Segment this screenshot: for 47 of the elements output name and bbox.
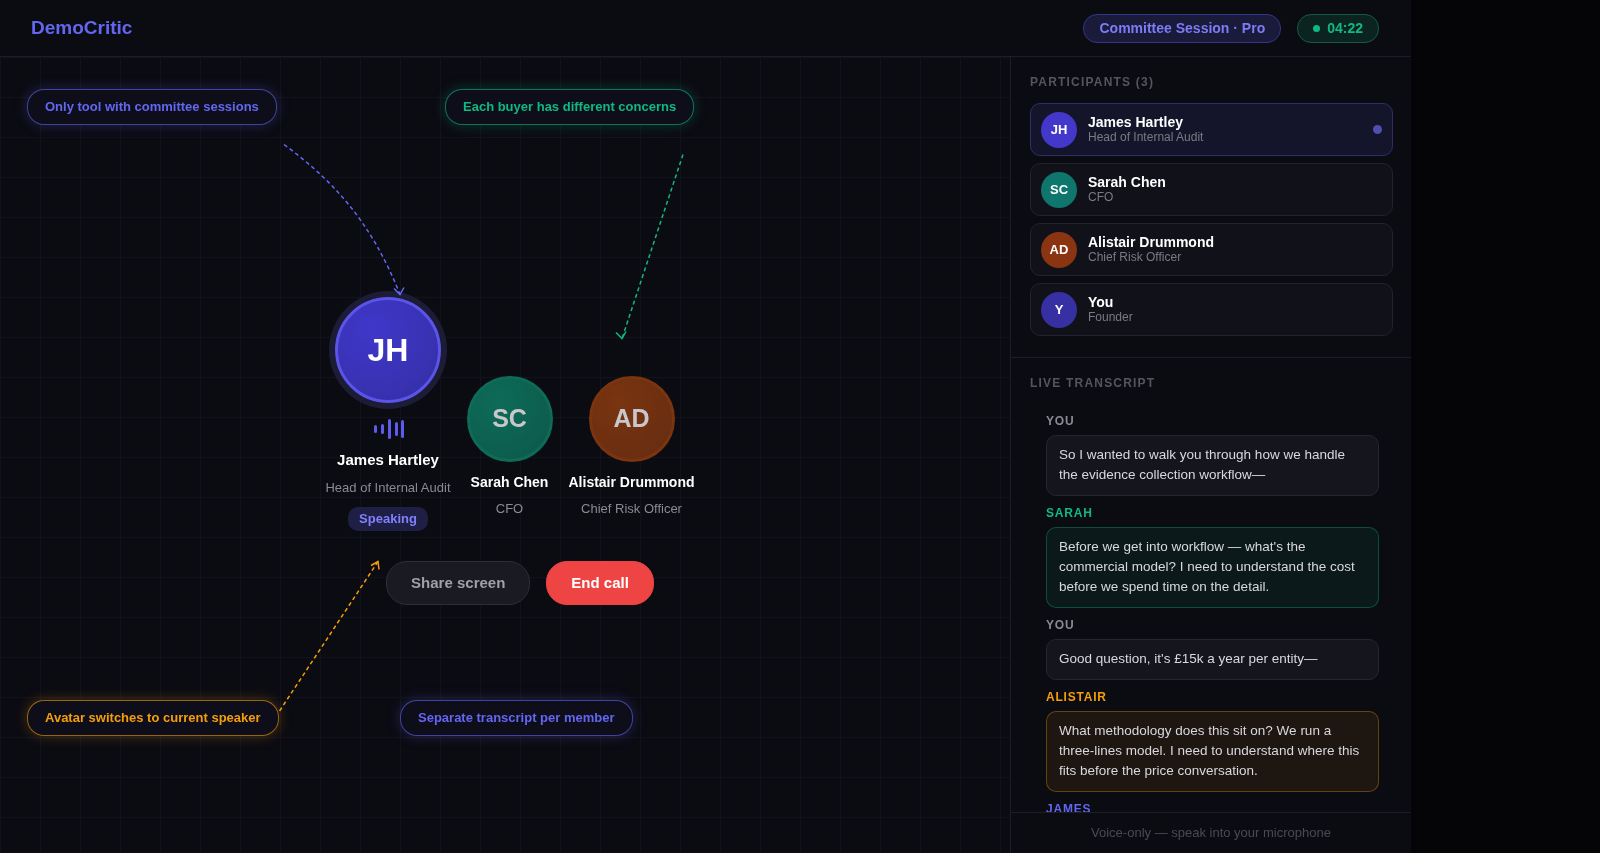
message-bubble: Good question, it's £15k a year per entity— — [1046, 639, 1379, 680]
participant-name: James Hartley — [1088, 115, 1184, 131]
speaking-badge: Speaking — [348, 507, 428, 531]
call-timer: 04:22 — [1297, 13, 1379, 43]
participant-role: Chief Risk Officer — [581, 499, 682, 518]
audio-wave-icon — [372, 419, 404, 439]
section-heading: LIVE TRANSCRIPT — [1030, 375, 1157, 392]
participant-role: Founder — [1088, 310, 1133, 324]
callout-label: Separate transcript per member — [400, 700, 633, 736]
section-heading: PARTICIPANTS (3) — [1030, 74, 1156, 91]
participant-name: Sarah Chen — [1088, 175, 1166, 191]
participant-role: CFO — [495, 499, 524, 518]
participant-role: Head of Internal Audit — [325, 478, 451, 497]
callout-label: Avatar switches to current speaker — [27, 700, 279, 736]
participant-avatar: Y — [1041, 291, 1077, 328]
participant-role: Chief Risk Officer — [1088, 250, 1183, 264]
participant-avatar: AD — [1041, 231, 1077, 268]
speaker-label: YOU — [1046, 617, 1076, 634]
speaker-label: ALISTAIR — [1046, 689, 1108, 706]
footer-hint: Voice-only — speak into your microphone — [1011, 812, 1411, 853]
message-bubble: What methodology does this sit on? We run a three-lines model. I need to understand where this fits before the price conversation. — [1046, 711, 1379, 792]
participant-row[interactable]: JH James Hartley Head of Internal Audit — [1030, 103, 1393, 156]
participant-role: Head of Internal Audit — [1088, 130, 1204, 144]
participant-row[interactable]: AD Alistair Drummond Chief Risk Officer — [1030, 223, 1393, 276]
end-call-button[interactable]: End call — [546, 560, 654, 605]
brand-logo: DemoCritic — [31, 15, 133, 40]
participant-name: You — [1088, 295, 1115, 311]
participant-name: Sarah Chen — [470, 472, 549, 492]
participant-row[interactable]: Y You Founder — [1030, 283, 1393, 336]
session-badge: Committee Session · Pro — [1083, 13, 1282, 43]
participant-avatar: SC — [1041, 171, 1077, 208]
active-dot-icon — [1373, 125, 1382, 134]
speaker-label: SARAH — [1046, 505, 1094, 522]
share-screen-button[interactable]: Share screen — [386, 560, 531, 605]
participant-name: Alistair Drummond — [1088, 235, 1214, 251]
message-bubble: Before we get into workflow — what's the commercial model? I need to understand the cost before we spend time on the detail. — [1046, 527, 1379, 608]
participant-row[interactable]: SC Sarah Chen CFO — [1030, 163, 1393, 216]
participant-name: James Hartley — [337, 450, 439, 470]
message-bubble: So I wanted to walk you through how we handle the evidence collection workflow— — [1046, 435, 1379, 496]
participant-avatar: AD — [588, 375, 675, 462]
participant-role: CFO — [1088, 190, 1115, 204]
participant-avatar: SC — [466, 375, 553, 462]
callout-label: Each buyer has different concerns — [445, 89, 695, 125]
callout-label: Only tool with committee sessions — [27, 89, 277, 125]
speaker-label: YOU — [1046, 413, 1076, 430]
participant-name: Alistair Drummond — [568, 472, 695, 492]
participant-avatar: JH — [1041, 111, 1077, 148]
